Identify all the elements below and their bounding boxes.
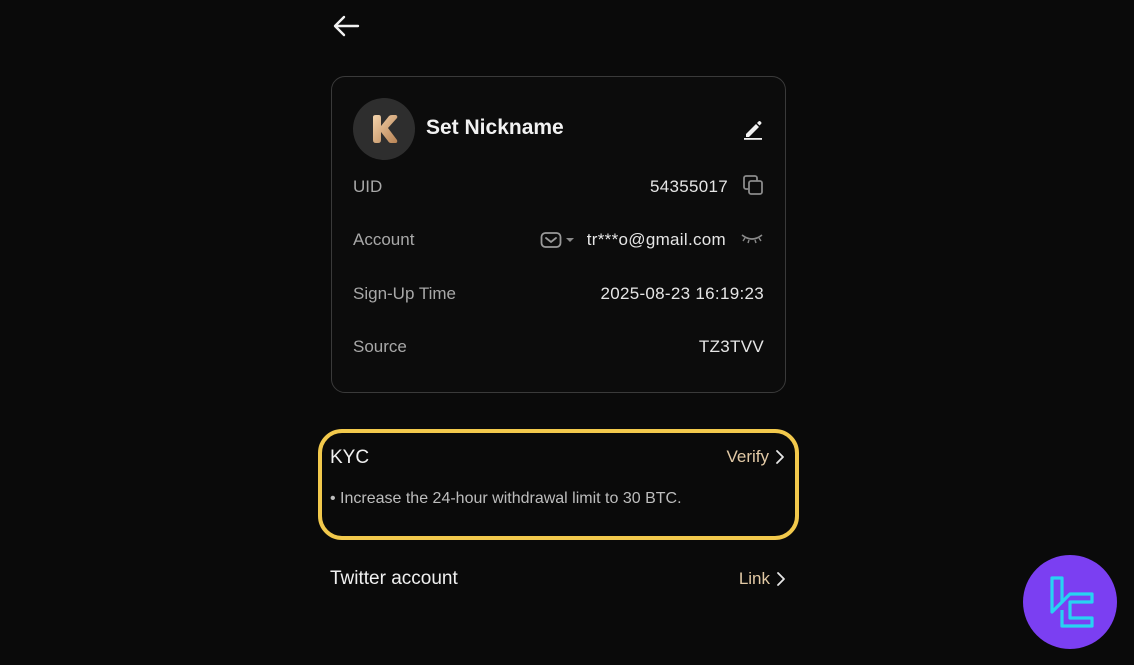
- kyc-section: KYC Verify • Increase the 24-hour withdr…: [318, 429, 799, 540]
- uid-label: UID: [353, 177, 383, 196]
- source-label: Source: [353, 337, 407, 356]
- copy-icon[interactable]: [742, 174, 764, 201]
- arrow-left-icon: [333, 15, 360, 37]
- signup-time-label: Sign-Up Time: [353, 284, 456, 303]
- profile-card: Set Nickname UID 54355017 Account tr***o…: [331, 76, 786, 393]
- account-type-select[interactable]: [540, 231, 575, 249]
- twitter-link-label: Link: [738, 569, 770, 588]
- pencil-icon: [744, 121, 762, 140]
- source-value: TZ3TVV: [698, 337, 764, 356]
- caret-down-icon: [565, 238, 574, 242]
- avatar: [353, 98, 415, 160]
- kyc-verify-link[interactable]: Verify: [726, 447, 785, 467]
- chevron-right-icon: [776, 450, 784, 464]
- mail-icon: [540, 232, 562, 248]
- account-info-page: Set Nickname UID 54355017 Account tr***o…: [0, 0, 1134, 665]
- kyc-title: KYC: [330, 447, 370, 468]
- eye-closed-icon[interactable]: [740, 230, 764, 250]
- twitter-link-button[interactable]: Link: [739, 569, 786, 589]
- source-row: Source TZ3TVV: [353, 335, 764, 359]
- uid-row: UID 54355017: [353, 174, 764, 201]
- kyc-description: • Increase the 24-hour withdrawal limit …: [330, 490, 682, 507]
- kyc-verify-label: Verify: [726, 447, 769, 466]
- edit-nickname-button[interactable]: [741, 117, 765, 141]
- chevron-right-icon: [777, 572, 785, 586]
- account-row: Account tr***o@gmail.com: [353, 228, 764, 252]
- back-button[interactable]: [330, 10, 362, 42]
- tc-logo-icon: [1050, 576, 1094, 628]
- watermark-logo: [1023, 555, 1117, 649]
- signup-time-row: Sign-Up Time 2025-08-23 16:19:23: [353, 282, 764, 306]
- account-value: tr***o@gmail.com: [586, 230, 726, 249]
- uid-value: 54355017: [649, 177, 728, 196]
- twitter-account-row: Twitter account Link: [330, 566, 786, 592]
- set-nickname[interactable]: Set Nickname: [426, 116, 564, 140]
- twitter-account-label: Twitter account: [330, 568, 458, 589]
- signup-time-value: 2025-08-23 16:19:23: [600, 284, 764, 303]
- k-logo-icon: [373, 115, 398, 143]
- account-label: Account: [353, 230, 415, 249]
